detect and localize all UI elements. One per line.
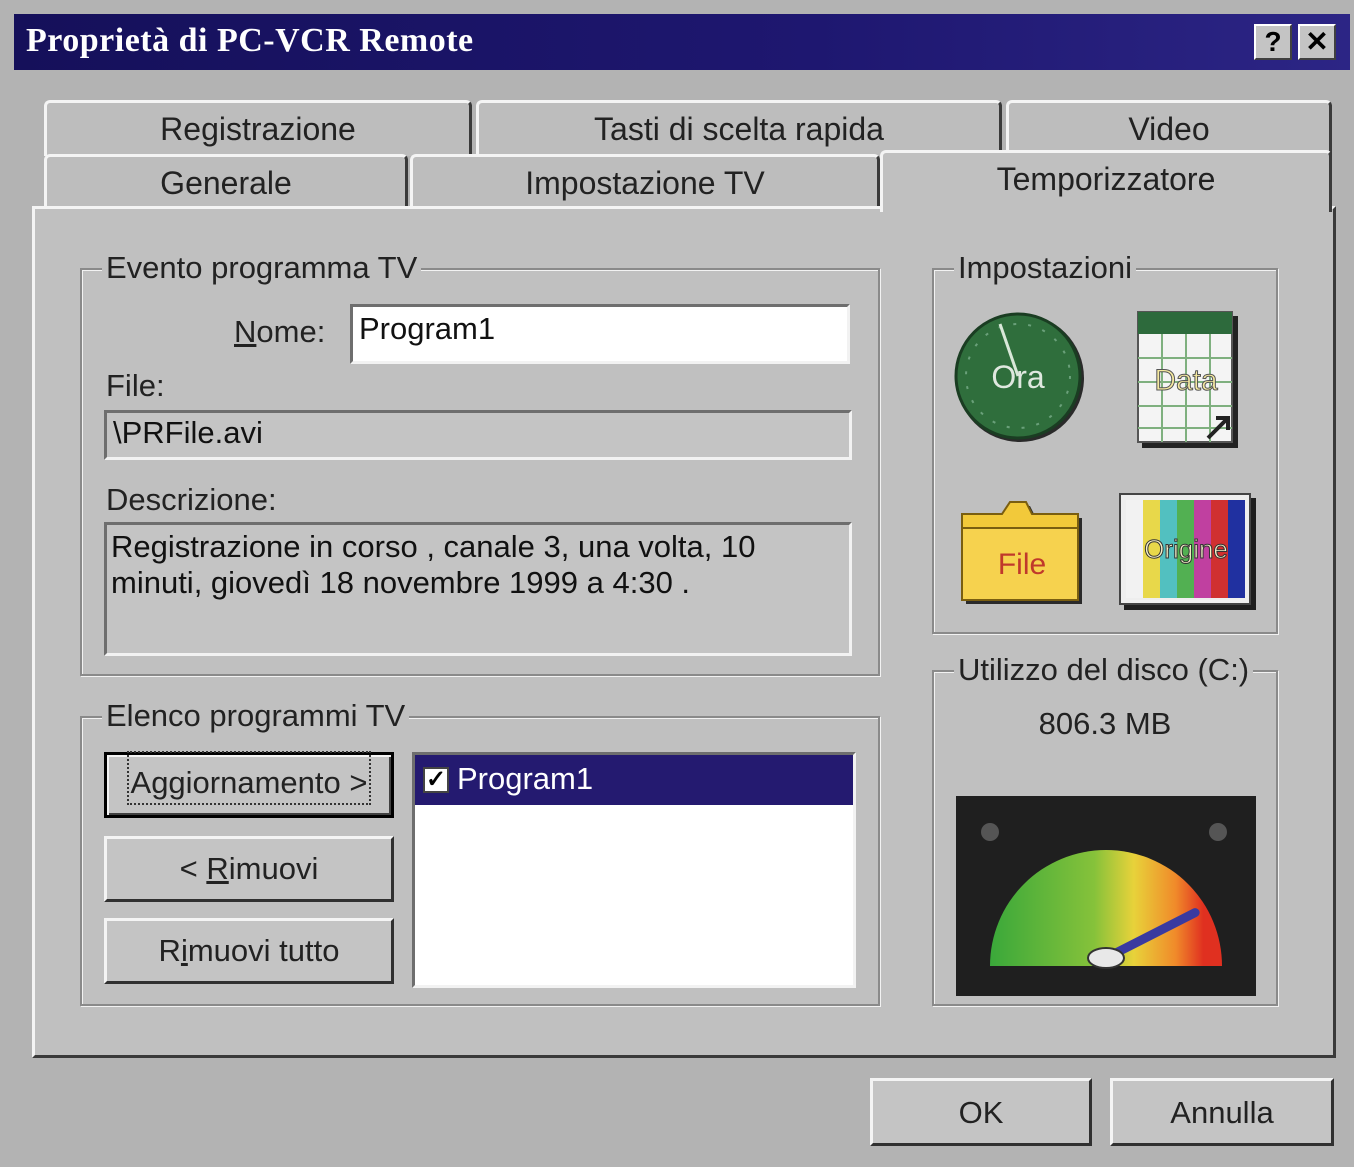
remove-all-button[interactable]: Rimuovi tutto [104,918,394,984]
program-listbox[interactable]: ✓ Program1 [412,752,856,988]
ok-button-label: OK [958,1095,1004,1130]
clock-icon[interactable]: Ora [950,304,1090,448]
list-item-checkbox[interactable]: ✓ [423,767,449,793]
calendar-icon-label: Data [1154,364,1218,397]
folder-icon[interactable]: File [958,498,1088,608]
file-label: File: [106,368,165,403]
disk-gauge [956,796,1256,996]
disk-free-space: 806.3 MB [1038,706,1172,741]
tab-video[interactable]: Video [1006,100,1332,156]
list-item[interactable]: ✓ Program1 [415,755,853,805]
event-group-legend: Evento programma TV [102,250,422,286]
description-line-1: Registrazione in corso , canale 3, una v… [111,529,756,564]
list-item-label: Program1 [457,761,594,796]
description-label: Descrizione: [106,482,277,517]
ok-button[interactable]: OK [870,1078,1092,1146]
signal-icon-label: Origine [1144,534,1228,564]
folder-icon-label: File [998,548,1046,581]
tab-tasti-di-scelta-rapida[interactable]: Tasti di scelta rapida [476,100,1002,156]
tab-temporizzatore[interactable]: Temporizzatore [880,150,1332,212]
update-button-label: Aggiornamento > [126,751,372,805]
name-input[interactable]: Program1 [350,304,850,364]
cancel-button-label: Annulla [1170,1095,1274,1130]
remove-all-button-label: Rimuovi tutto [158,933,340,968]
calendar-icon[interactable]: Data [1136,310,1240,450]
remove-button-label: < Rimuovi [179,851,319,886]
help-button[interactable]: ? [1254,24,1292,60]
signal-icon[interactable]: Origine [1118,492,1256,610]
file-field: \PRFile.avi [104,410,852,460]
remove-button[interactable]: < Rimuovi [104,836,394,902]
clock-icon-label: Ora [991,359,1045,395]
file-field-value: \PRFile.avi [113,415,263,450]
list-group-legend: Elenco programmi TV [102,698,410,734]
description-field: Registrazione in corso , canale 3, una v… [104,522,852,656]
tab-impostazione-tv[interactable]: Impostazione TV [410,154,880,210]
name-label: Nome: [234,314,326,349]
settings-group-legend: Impostazioni [954,250,1137,286]
tab-generale[interactable]: Generale [44,154,408,210]
description-line-2: minuti, giovedì 18 novembre 1999 a 4:30 … [111,565,691,600]
close-button[interactable]: ✕ [1298,24,1336,60]
disk-group-legend: Utilizzo del disco (C:) [954,652,1254,688]
cancel-button[interactable]: Annulla [1110,1078,1334,1146]
update-button[interactable]: Aggiornamento > [104,751,394,818]
tab-registrazione[interactable]: Registrazione [44,100,472,156]
name-input-value: Program1 [359,311,496,346]
title-bar[interactable]: Proprietà di PC-VCR Remote ? ✕ [14,14,1350,70]
window-title: Proprietà di PC-VCR Remote [26,22,474,59]
